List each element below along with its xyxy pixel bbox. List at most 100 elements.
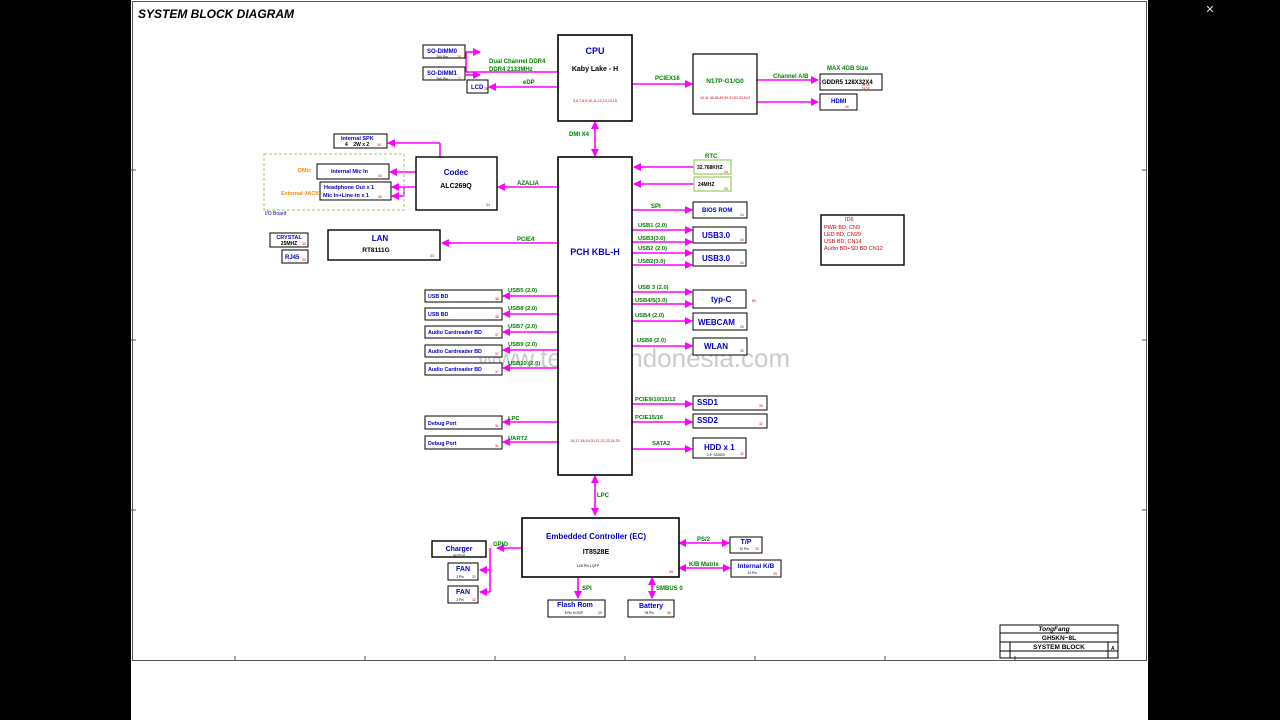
pch-title: PCH KBL-H bbox=[570, 247, 620, 257]
fan2-sub: 3 Pin bbox=[456, 598, 463, 602]
flash-label: Flash Rom bbox=[557, 602, 593, 609]
hdd-sub: 2.5" SATA/III bbox=[707, 453, 725, 457]
usb3-label: USB3(3.0) bbox=[638, 236, 665, 242]
dimm1-sub: 260 Pin bbox=[436, 77, 448, 81]
pch-box bbox=[557, 156, 633, 476]
ec-pin: 39 bbox=[669, 570, 673, 574]
legend-line: PWR BD, CN9 bbox=[824, 225, 860, 231]
rj45-pin: 33 bbox=[302, 258, 306, 262]
kb-pin: 33 bbox=[773, 572, 777, 576]
left-port-bus: USB10 (2.0) bbox=[508, 361, 540, 367]
charger-label: Charger bbox=[446, 546, 473, 553]
clock1-label: 32.768KHZ bbox=[697, 165, 723, 171]
pch-pins: 16,17,18,19,20,21,22,23,24,25 bbox=[571, 439, 620, 443]
bios-pin: 24 bbox=[740, 213, 744, 217]
codec-title: Codec bbox=[444, 168, 469, 177]
left-port-pin: 37 bbox=[495, 333, 499, 337]
dimm0-sub: 260 Pin bbox=[436, 55, 448, 59]
dimm1-pin: 27 bbox=[457, 77, 461, 81]
usb30b-label: USB3.0 bbox=[702, 254, 731, 263]
bios-label: BIOS ROM bbox=[702, 208, 732, 214]
typec-label: typ-C bbox=[711, 295, 732, 304]
spi-bios-label: SPI bbox=[651, 204, 661, 210]
left-port-pin: 38 bbox=[495, 315, 499, 319]
fan1-label: FAN bbox=[456, 566, 470, 573]
spk-pin: 34 bbox=[377, 143, 381, 147]
codec-pin: 34 bbox=[486, 203, 490, 207]
pcie-ssd2-label: PCIE15/16 bbox=[635, 415, 664, 421]
charger-sub: sgr-Pin-0 bbox=[453, 553, 466, 557]
rj45-label: RJ45 bbox=[285, 255, 300, 261]
ec-title: Embedded Controller (EC) bbox=[546, 532, 646, 541]
titleblock-model: GH5KN~8L bbox=[1042, 635, 1076, 642]
ec-subtitle: IT8528E bbox=[583, 549, 610, 556]
block-diagram: SYSTEM BLOCK DIAGRAM www.teknisi-indones… bbox=[131, 7, 1147, 661]
lpc-label: LPC bbox=[597, 493, 610, 499]
sata-label: SATA2 bbox=[652, 441, 670, 447]
ddr-bus-label-1: Dual Channel DDR4 bbox=[489, 59, 546, 65]
usb30a-pin: 44 bbox=[740, 238, 744, 242]
usb6-label: USB6 (2.0) bbox=[637, 338, 666, 344]
titleblock-company: TongFang bbox=[1038, 626, 1069, 633]
kb-label: Internal K/B bbox=[738, 563, 775, 570]
flash-sub: 8 Pin M-SOP bbox=[565, 611, 584, 615]
webcam-label: WEBCAM bbox=[698, 318, 735, 327]
spi-ec-label: SPI bbox=[582, 586, 592, 592]
dmic-label: DMic bbox=[298, 168, 311, 174]
dmi-label: DMI X4 bbox=[569, 132, 590, 138]
smbus-label: SMBUS 0 bbox=[656, 586, 683, 592]
hp-pin: 36 bbox=[378, 195, 382, 199]
clock1-pin: 24 bbox=[724, 170, 728, 174]
fan1-pin: 32 bbox=[472, 575, 476, 579]
lan-pin: 33 bbox=[430, 254, 434, 258]
hp-label-1: Headphone Out x 1 bbox=[324, 185, 374, 191]
left-port-pin: 31 bbox=[495, 424, 499, 428]
crystal-pin: 33 bbox=[302, 242, 306, 246]
clock2-label: 24MHZ bbox=[698, 182, 714, 188]
usb45-label: USB4/5(3.0) bbox=[635, 298, 667, 304]
left-port-label: USB BD bbox=[428, 312, 448, 318]
left-port-pin: 38 bbox=[495, 297, 499, 301]
codec-subtitle: ALC269Q bbox=[440, 183, 472, 190]
legend-line: USB BD, CN14 bbox=[824, 239, 862, 245]
cpu-pins: 5,6,7,8,9,10,11,12,13,14,15 bbox=[573, 99, 617, 103]
crystal-freq: 25MHZ bbox=[281, 241, 297, 247]
typec-pin: 80 bbox=[752, 299, 756, 303]
gpu-title: N17P-G1/G0 bbox=[706, 78, 744, 85]
dimm0-pin: 28 bbox=[457, 55, 461, 59]
ps2-label: PS/2 bbox=[697, 537, 711, 543]
left-port-label: USB BD bbox=[428, 294, 448, 300]
mic-pin: 34 bbox=[378, 174, 382, 178]
hp-label-2: Mic In+Line-in x 1 bbox=[323, 193, 369, 199]
battery-label: Battery bbox=[639, 603, 663, 610]
lcd-pin: 25 bbox=[484, 87, 488, 91]
titleblock-page: A bbox=[1111, 646, 1115, 652]
lan-subtitle: RT8111G bbox=[362, 247, 389, 254]
clock2-pin: 23 bbox=[724, 187, 728, 191]
lan-title: LAN bbox=[372, 234, 389, 243]
gddr-pins: 48,49 51,52 bbox=[862, 84, 870, 90]
hdmi-pin: 26 bbox=[845, 105, 849, 109]
battery-pin: 36 bbox=[667, 611, 671, 615]
legend-title: ID6 bbox=[845, 217, 854, 223]
ssd1-label: SSD1 bbox=[697, 398, 718, 407]
left-port-label: Audio Cardreader BD bbox=[428, 330, 482, 336]
gpio-label: GPIO bbox=[493, 542, 508, 548]
left-port-bus: UART2 bbox=[508, 436, 527, 442]
left-port-bus: USB9 (2.0) bbox=[508, 342, 537, 348]
left-port-pin: 31 bbox=[495, 444, 499, 448]
usb2-label: USB2 (2.0) bbox=[638, 246, 667, 252]
ssd1-pin: 30 bbox=[759, 404, 763, 408]
usb4-label: USB4 (2.0) bbox=[635, 313, 664, 319]
battery-sub: 7B Pin bbox=[644, 611, 654, 615]
legend-line: LED BD, CN29 bbox=[824, 232, 861, 238]
usb1-label: USB1 (2.0) bbox=[638, 223, 667, 229]
flash-pin: 39 bbox=[598, 611, 602, 615]
ssd2-pin: 32 bbox=[759, 422, 763, 426]
cpu-title: CPU bbox=[585, 46, 604, 56]
ddr-bus-label-2: DDR4 2133MHz bbox=[489, 67, 533, 73]
left-port-label: Debug Port bbox=[428, 421, 457, 427]
left-port-pin: 37 bbox=[495, 352, 499, 356]
left-port-label: Debug Port bbox=[428, 441, 457, 447]
left-port-pin: 37 bbox=[495, 370, 499, 374]
